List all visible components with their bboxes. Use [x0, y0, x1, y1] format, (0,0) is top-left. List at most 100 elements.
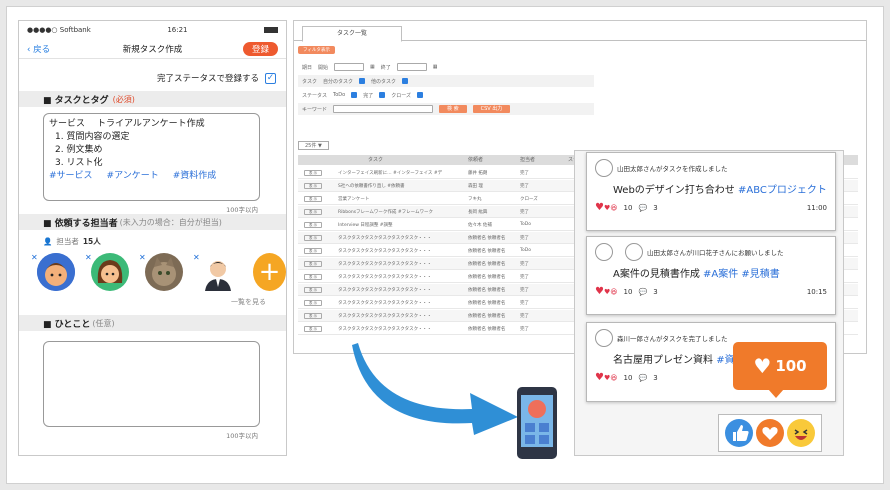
register-complete-label: 完了ステータスで登録する [156, 74, 259, 84]
task-cell: タスクタスクタスクタスクタスクタスク・・・ [338, 261, 432, 267]
calendar-icon[interactable]: ▦ [433, 64, 438, 70]
section-task-header: ■ タスクとタグ (必須) [19, 91, 286, 107]
status-cell: 完了 [520, 235, 529, 241]
show-button[interactable]: 表 示 [304, 325, 322, 332]
remove-icon[interactable]: ✕ [193, 253, 200, 262]
search-button[interactable]: 検 索 [439, 105, 467, 113]
reaction-count-bubble: ♥ 100 [733, 342, 827, 390]
assignee-note: (未入力の場合：自分が担当) [119, 217, 222, 227]
status-cell: 完了 [520, 209, 529, 215]
reaction-icons[interactable]: ♥♥😆 [595, 202, 618, 213]
requester-cell: 依頼者名 依頼者名 [468, 235, 506, 241]
tag-link[interactable]: #アンケート [107, 170, 159, 183]
task-cell: タスクタスクタスクタスクタスクタスク・・・ [338, 274, 432, 280]
task-cell: Interview 日程調整 #調整 [338, 222, 393, 228]
register-complete-checkbox[interactable]: ✓ [265, 72, 276, 84]
requester-cell: フキ丸 [468, 196, 482, 202]
comment-icon[interactable]: 💬 [638, 204, 647, 212]
show-button[interactable]: 表 示 [304, 247, 322, 254]
bubble-tail [768, 389, 784, 398]
avatar[interactable]: ✕ [193, 253, 237, 291]
calendar-icon[interactable]: ▦ [370, 64, 375, 70]
csv-export-button[interactable]: CSV 出力 [472, 105, 511, 113]
show-button[interactable]: 表 示 [304, 286, 322, 293]
comment-textarea[interactable] [43, 341, 260, 427]
status-cell: ToDo [520, 248, 531, 253]
task-textarea[interactable]: サービス トライアルアンケート作成 1. 質問内容の選定 2. 例文集め 3. … [43, 113, 260, 201]
back-button[interactable]: ‹ 戻る [27, 43, 50, 55]
avatar[interactable]: ✕ [31, 253, 75, 291]
add-assignee-button[interactable]: + [253, 253, 286, 291]
battery-icon [264, 27, 278, 33]
service-value: トライアルアンケート作成 [97, 119, 205, 129]
avatar [595, 329, 613, 347]
keyword-input[interactable] [333, 105, 434, 113]
avatar-girl-icon [91, 253, 129, 291]
task-cell: Ribbonsフレームワーク作成 #フレームワーク [338, 209, 433, 215]
page-size-select[interactable]: 25件 ▼ [298, 141, 329, 150]
view-all-link[interactable]: 一覧を見る [19, 297, 286, 307]
person-icon: 👤 [43, 237, 53, 246]
remove-icon[interactable]: ✕ [139, 253, 146, 262]
tag-link[interactable]: #サービス [49, 170, 93, 183]
status-cell: 完了 [520, 300, 529, 306]
avatar [625, 243, 643, 261]
requester-cell: 依頼者名 依頼者名 [468, 248, 506, 254]
filter-toggle-button[interactable]: フィルタ表示 [298, 46, 335, 54]
show-button[interactable]: 表 示 [304, 221, 322, 228]
start-date-input[interactable] [334, 63, 365, 71]
heart-reaction-icon[interactable] [755, 419, 784, 447]
activity-card[interactable]: 山田太郎さんが川口花子さんにお願いしました A案件の見積書作成 #A案件 #見積… [586, 236, 836, 315]
avatar[interactable]: ✕ [139, 253, 183, 291]
requester-cell: 依頼者名 依頼者名 [468, 300, 506, 306]
task-cell: タスクタスクタスクタスクタスクタスク・・・ [338, 300, 432, 306]
comment-note: (任意) [92, 318, 115, 328]
status-cell: ToDo [520, 222, 531, 227]
status-cell: 完了 [520, 261, 529, 267]
show-button[interactable]: 表 示 [304, 273, 322, 280]
carrier-label: ●●●●○ Softbank [27, 26, 91, 34]
requester-cell: 依頼者名 依頼者名 [468, 261, 506, 267]
show-button[interactable]: 表 示 [304, 234, 322, 241]
show-button[interactable]: 表 示 [304, 169, 322, 176]
comment-icon[interactable]: 💬 [638, 288, 647, 296]
reaction-icons[interactable]: ♥♥😆 [595, 372, 618, 383]
tag-link[interactable]: #資料作成 [173, 170, 217, 183]
checkbox[interactable] [379, 92, 386, 98]
checkbox[interactable] [402, 78, 409, 84]
checkbox[interactable] [416, 92, 423, 98]
requester-cell: 佐々木 佐補 [468, 222, 492, 228]
section-comment-header: ■ ひとこと (任意) [19, 315, 286, 331]
tab-bar: タスク一覧 [294, 21, 866, 42]
flow-arrow [352, 343, 518, 435]
show-button[interactable]: 表 示 [304, 299, 322, 306]
assignee-avatars: ✕ ✕ ✕ ✕ + [19, 247, 286, 291]
task-cell: インターフェイス刷新に… #インターフェイス #デ [338, 170, 443, 176]
avatar-cat-icon [145, 253, 183, 291]
tab-task-list[interactable]: タスク一覧 [302, 26, 402, 42]
remove-icon[interactable]: ✕ [31, 253, 38, 262]
requester-cell: 依頼者名 依頼者名 [468, 326, 506, 332]
show-button[interactable]: 表 示 [304, 208, 322, 215]
show-button[interactable]: 表 示 [304, 312, 322, 319]
status-bar: ●●●●○ Softbank 16:21 [19, 21, 286, 39]
filter-date-row: 期日 開始 ▦ 終了 ▦ [302, 63, 438, 71]
end-date-input[interactable] [396, 63, 427, 71]
requester-cell: 依頼者名 依頼者名 [468, 274, 506, 280]
activity-card[interactable]: 山田太郎さんがタスクを作成しました Webのデザイン打ち合わせ #ABCプロジェ… [586, 152, 836, 231]
remove-icon[interactable]: ✕ [85, 253, 92, 262]
clock: 16:21 [167, 26, 188, 34]
show-button[interactable]: 表 示 [304, 195, 322, 202]
comment-icon[interactable]: 💬 [638, 374, 647, 382]
checkbox[interactable] [351, 92, 358, 98]
register-button[interactable]: 登録 [242, 41, 278, 56]
show-button[interactable]: 表 示 [304, 182, 322, 189]
avatar[interactable]: ✕ [85, 253, 129, 291]
checkbox[interactable] [359, 78, 366, 84]
required-badge: (必須) [112, 94, 135, 104]
show-button[interactable]: 表 示 [304, 260, 322, 267]
laugh-icon[interactable] [787, 419, 816, 447]
avatar-boy-icon [37, 253, 75, 291]
reaction-icons[interactable]: ♥♥😆 [595, 286, 618, 297]
thumbs-up-icon[interactable] [724, 419, 753, 447]
